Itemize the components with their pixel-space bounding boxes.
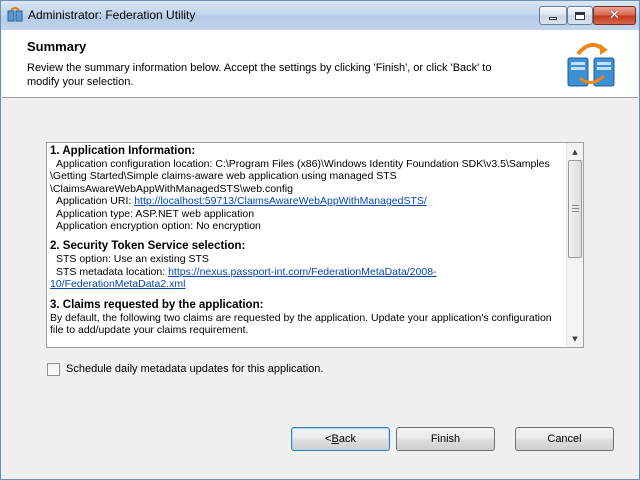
section-claims-heading: 3. Claims requested by the application: — [50, 298, 264, 311]
cancel-button[interactable]: Cancel — [515, 427, 614, 451]
federation-utility-window: Administrator: Federation Utility ✕ Summ… — [0, 0, 640, 480]
minimize-icon — [549, 17, 557, 20]
close-icon: ✕ — [609, 8, 620, 23]
summary-content: 1. Application Information: Application … — [50, 145, 564, 336]
claims-description-line: By default, the following two claims are… — [50, 311, 552, 324]
maximize-icon — [575, 11, 585, 20]
page-title: Summary — [27, 39, 87, 54]
application-uri-link[interactable]: http://localhost:59713/ClaimsAwareWebApp… — [134, 195, 427, 207]
config-location-line: \ClaimsAwareWebAppWithManagedSTS\web.con… — [50, 182, 293, 195]
sts-option-line: STS option: Use an existing STS — [56, 253, 209, 266]
schedule-updates-checkbox[interactable] — [47, 363, 60, 376]
close-button[interactable]: ✕ — [593, 6, 636, 25]
back-button[interactable]: < Back — [291, 427, 390, 451]
sts-metadata-link[interactable]: 10/FederationMetaData2.xml — [50, 278, 185, 290]
summary-textbox[interactable]: 1. Application Information: Application … — [46, 142, 584, 348]
scroll-down-arrow-icon[interactable]: ▼ — [567, 330, 583, 347]
wizard-header: Summary Review the summary information b… — [2, 30, 638, 98]
back-button-rest: ack — [338, 433, 356, 445]
config-location-line: Application configuration location: C:\P… — [56, 158, 550, 170]
section-application-info-heading: 1. Application Information: — [50, 145, 196, 157]
config-location-line: \Getting Started\Simple claims-aware web… — [50, 170, 397, 183]
sts-metadata-link-continued: 10/FederationMetaData2.xml — [50, 278, 564, 290]
maximize-button[interactable] — [567, 6, 593, 25]
summary-scrollbar[interactable]: ▲ ▼ — [566, 143, 583, 347]
scroll-up-arrow-icon[interactable]: ▲ — [567, 143, 583, 160]
application-uri-label: Application URI: — [56, 195, 135, 208]
section-sts-heading: 2. Security Token Service selection: — [50, 240, 246, 253]
application-uri-row: Application URI: http://localhost:59713/… — [50, 195, 564, 207]
minimize-button[interactable] — [539, 6, 567, 25]
schedule-updates-label[interactable]: Schedule daily metadata updates for this… — [66, 363, 323, 375]
application-type-line: Application type: ASP.NET web applicatio… — [56, 207, 255, 220]
application-encryption-line: Application encryption option: No encryp… — [56, 220, 261, 233]
finish-button[interactable]: Finish — [396, 427, 495, 451]
back-button-accelerator: B — [331, 433, 339, 445]
sts-metadata-link[interactable]: https://nexus.passport-int.com/Federatio… — [168, 266, 436, 278]
federation-servers-icon — [567, 42, 615, 87]
app-icon — [7, 7, 23, 22]
title-bar[interactable]: Administrator: Federation Utility ✕ — [1, 1, 639, 30]
claims-description-line: file to add/update your claims requireme… — [50, 324, 249, 337]
footer-divider — [2, 405, 638, 406]
window-title: Administrator: Federation Utility — [28, 8, 196, 22]
scrollbar-thumb[interactable] — [568, 160, 582, 258]
sts-metadata-row: STS metadata location: https://nexus.pas… — [50, 266, 564, 278]
page-description: Review the summary information below. Ac… — [27, 62, 492, 88]
sts-metadata-label: STS metadata location: — [56, 265, 169, 278]
